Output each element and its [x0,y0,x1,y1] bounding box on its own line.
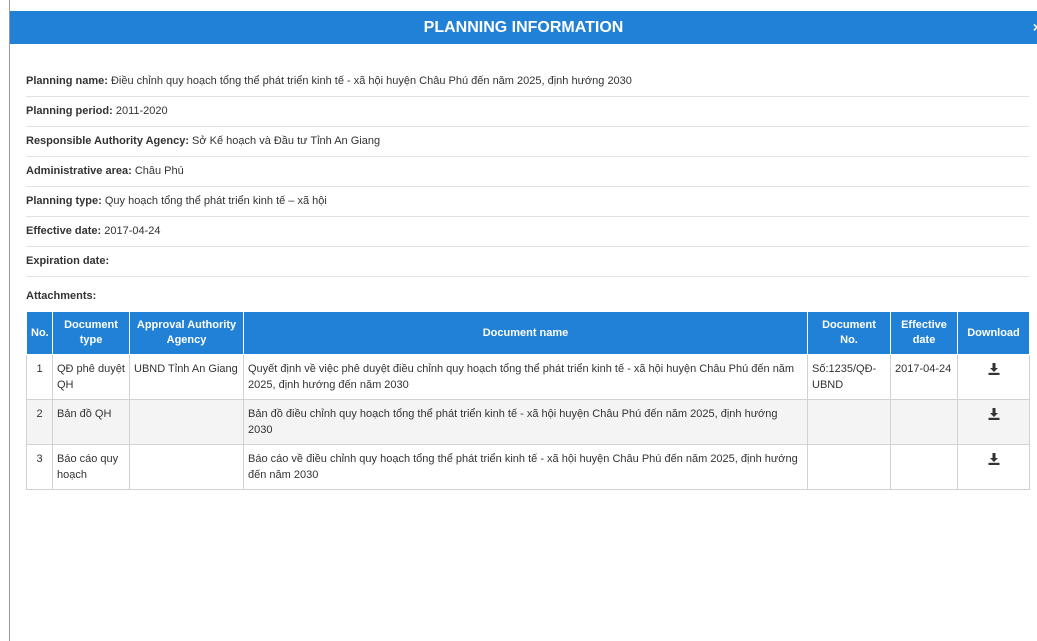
attachments-table: No. Document type Approval Authority Age… [26,311,1030,490]
close-icon[interactable]: × [1033,11,1037,44]
field-value: Sở Kế hoạch và Đầu tư Tỉnh An Giang [192,135,381,147]
field-value: 2017-04-24 [104,225,161,237]
field-planning-name: Planning name: Điều chỉnh quy hoạch tổng… [26,67,1029,97]
cell-effective-date [890,444,958,490]
cell-document-type: Báo cáo quy hoạch [52,444,130,490]
download-icon[interactable] [962,406,1025,420]
planning-info-dialog: PLANNING INFORMATION × Planning name: Đi… [10,0,1037,641]
cell-effective-date [890,399,958,445]
cell-document-type: Bản đồ QH [52,399,130,445]
field-planning-type: Planning type: Quy hoạch tổng thể phát t… [26,187,1029,217]
cell-document-no: Số:1235/QĐ-UBND [807,354,891,400]
cell-download [957,444,1030,490]
dialog-title: PLANNING INFORMATION [423,19,624,36]
field-label: Planning period: [26,105,113,117]
cell-document-name: Bản đồ điều chỉnh quy hoạch tổng thể phá… [243,399,808,445]
field-label: Responsible Authority Agency: [26,135,189,147]
column-header-approval-agency: Approval Authority Agency [129,311,244,355]
column-header-document-no: Document No. [807,311,891,355]
field-administrative-area: Administrative area: Châu Phú [26,157,1029,187]
table-header-row: No. Document type Approval Authority Age… [26,311,1030,355]
field-label: Planning type: [26,195,102,207]
field-label: Expiration date: [26,255,110,267]
download-icon[interactable] [962,361,1025,375]
field-effective-date: Effective date: 2017-04-24 [26,217,1029,247]
cell-approval-agency: UBND Tỉnh An Giang [129,354,244,400]
field-planning-period: Planning period: 2011-2020 [26,97,1029,127]
cell-document-no [807,399,891,445]
attachments-title: Attachments: [26,290,97,302]
table-row: 3 Báo cáo quy hoạch Báo cáo về điều chỉn… [26,444,1030,490]
field-value: Điều chỉnh quy hoạch tổng thể phát triển… [110,75,632,87]
cell-approval-agency [129,399,244,445]
column-header-document-type: Document type [52,311,130,355]
dialog-header: PLANNING INFORMATION × [10,11,1037,44]
cell-document-name: Quyết định về việc phê duyệt điều chỉnh … [243,354,808,400]
cell-effective-date: 2017-04-24 [890,354,958,400]
cell-document-name: Báo cáo về điều chỉnh quy hoạch tổng thể… [243,444,808,490]
cell-download [957,399,1030,445]
cell-document-type: QĐ phê duyệt QH [52,354,130,400]
cell-no: 1 [26,354,53,400]
field-label: Effective date: [26,225,102,237]
field-value: Quy hoạch tổng thể phát triển kinh tế – … [104,195,327,207]
column-header-document-name: Document name [243,311,808,355]
background-window-edge [0,0,10,641]
planning-fields: Planning name: Điều chỉnh quy hoạch tổng… [26,67,1029,277]
column-header-no: No. [26,311,53,355]
field-value: Châu Phú [134,165,184,177]
cell-no: 2 [26,399,53,445]
cell-no: 3 [26,444,53,490]
cell-download [957,354,1030,400]
download-icon[interactable] [962,451,1025,465]
cell-approval-agency [129,444,244,490]
cell-document-no [807,444,891,490]
field-label: Planning name: [26,75,108,87]
column-header-download: Download [957,311,1030,355]
field-label: Administrative area: [26,165,132,177]
table-row: 1 QĐ phê duyệt QH UBND Tỉnh An Giang Quy… [26,354,1030,400]
field-expiration-date: Expiration date: [26,247,1029,277]
field-responsible-agency: Responsible Authority Agency: Sở Kế hoạc… [26,127,1029,157]
field-value: 2011-2020 [115,105,168,117]
table-row: 2 Bản đồ QH Bản đồ điều chỉnh quy hoạch … [26,399,1030,445]
column-header-effective-date: Effective date [890,311,958,355]
